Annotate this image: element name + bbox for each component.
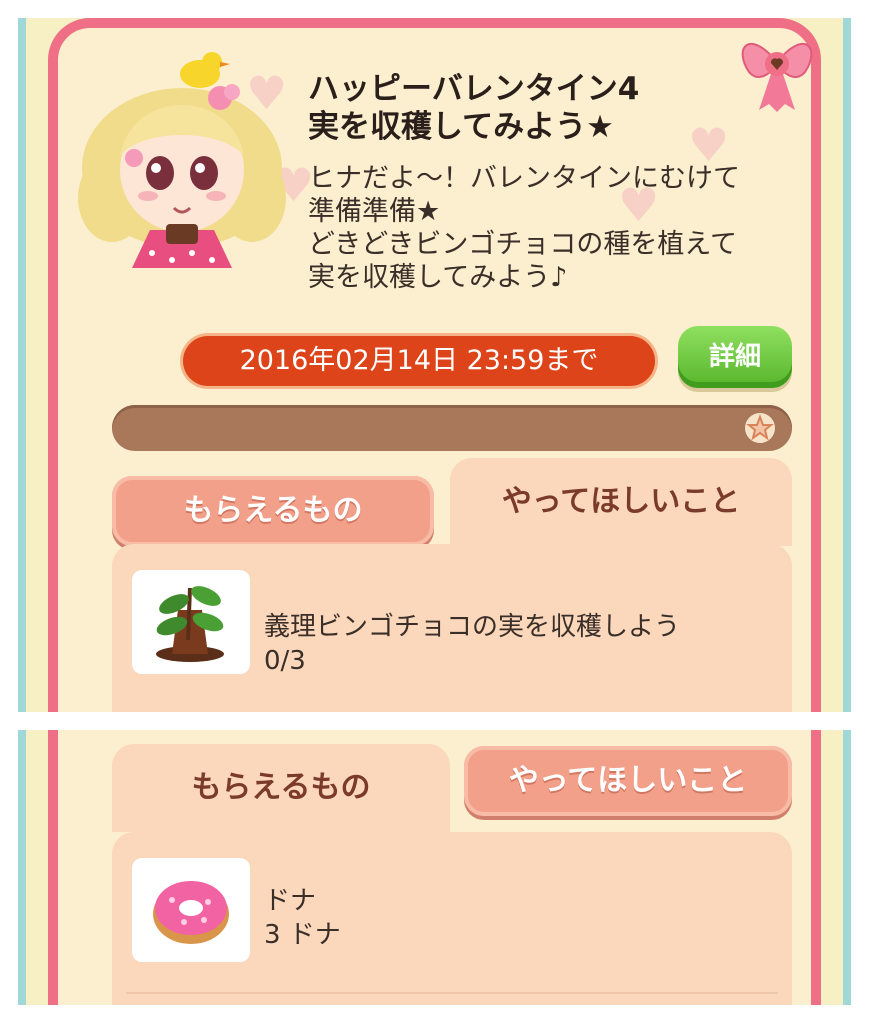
divider xyxy=(126,992,778,994)
star-icon xyxy=(745,413,775,443)
mission-panel-top: ♥ ♥ ♥ ♥ ♥ ハッピーバレンタ xyxy=(18,18,851,712)
task-item-name: 義理ビンゴチョコの実を収穫しよう xyxy=(264,612,681,642)
tab-tasks[interactable]: やってほしいこと xyxy=(464,746,792,816)
chocolate-plant-icon xyxy=(156,586,224,662)
tab-tasks[interactable]: やってほしいこと xyxy=(450,458,792,546)
reward-list: ドナ 3 ドナ xyxy=(112,832,792,1005)
task-item-icon-box xyxy=(132,570,250,674)
mission-title: ハッピーバレンタイン4 実を収穫してみよう★ xyxy=(308,70,758,146)
avatar-hina xyxy=(78,52,286,268)
right-stripe xyxy=(843,730,851,1005)
tab-rewards[interactable]: もらえるもの xyxy=(112,744,450,832)
mission-title-line2: 実を収穫してみよう★ xyxy=(308,109,614,145)
tab-rewards[interactable]: もらえるもの xyxy=(112,476,434,546)
left-stripe xyxy=(18,18,26,712)
reward-item-count: 3 ドナ xyxy=(264,920,341,950)
progress-bar xyxy=(112,405,792,451)
mission-title-line1: ハッピーバレンタイン4 xyxy=(308,71,640,107)
reward-item-text: ドナ 3 ドナ xyxy=(264,884,341,952)
deadline-badge: 2016年02月14日 23:59まで xyxy=(183,336,655,386)
task-item-count: 0/3 xyxy=(264,646,306,676)
tab-bar: もらえるもの やってほしいこと xyxy=(112,744,792,832)
tab-bar: もらえるもの やってほしいこと xyxy=(112,458,792,546)
task-item-text: 義理ビンゴチョコの実を収穫しよう 0/3 xyxy=(264,610,680,678)
mission-description: ヒナだよ〜！バレンタインにむけて 準備準備★ どきどきビンゴチョコの種を植えて … xyxy=(308,163,740,293)
donut-icon xyxy=(153,881,229,944)
reward-item-name: ドナ xyxy=(264,886,317,916)
reward-item-icon-box xyxy=(132,858,250,962)
right-stripe xyxy=(843,18,851,712)
mission-panel-bottom: もらえるもの やってほしいこと ドナ 3 ドナ xyxy=(18,730,851,1005)
detail-button[interactable]: 詳細 xyxy=(678,326,792,388)
task-list: 義理ビンゴチョコの実を収穫しよう 0/3 xyxy=(112,544,792,712)
left-stripe xyxy=(18,730,26,1005)
